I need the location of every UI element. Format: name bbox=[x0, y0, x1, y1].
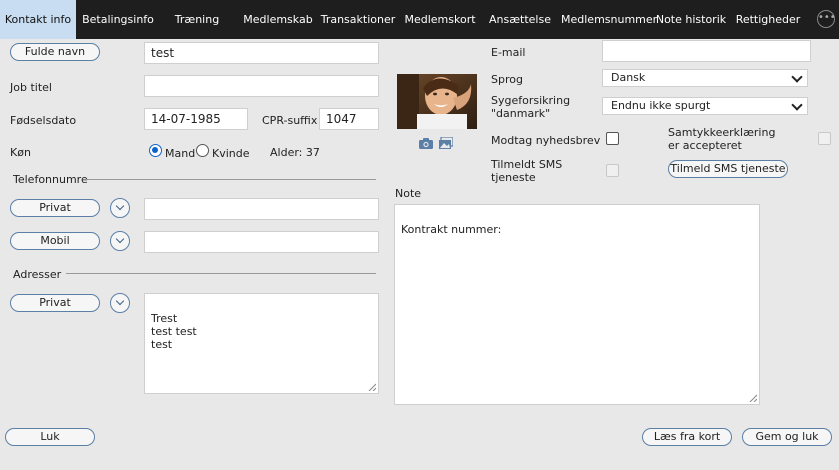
tab-transaktioner[interactable]: Transaktioner bbox=[320, 0, 396, 39]
tab-bar: Kontakt info Betalingsinfo Træning Medle… bbox=[0, 0, 839, 39]
save-close-button[interactable]: Gem og luk bbox=[742, 428, 832, 446]
cpr-suffix-input[interactable] bbox=[319, 108, 379, 130]
language-select[interactable]: Dansk bbox=[602, 69, 808, 87]
tab-medlemskort[interactable]: Medlemskort bbox=[402, 0, 478, 39]
chevron-down-icon bbox=[115, 201, 125, 211]
chevron-down-icon bbox=[115, 296, 125, 306]
read-card-button[interactable]: Læs fra kort bbox=[642, 428, 732, 446]
address-private-button[interactable]: Privat bbox=[10, 294, 100, 312]
tab-kontakt-info[interactable]: Kontakt info bbox=[0, 0, 76, 39]
addresses-divider bbox=[66, 273, 376, 274]
tab-note-historik[interactable]: Note historik bbox=[653, 0, 729, 39]
member-photo bbox=[397, 74, 477, 129]
phones-section-title: Telefonnumre bbox=[13, 173, 88, 186]
tab-rettigheder[interactable]: Rettigheder bbox=[731, 0, 805, 39]
age-text: Alder: 37 bbox=[270, 146, 320, 159]
phone-mobile-button[interactable]: Mobil bbox=[10, 232, 100, 250]
resize-grip-icon[interactable] bbox=[749, 394, 757, 402]
note-label: Note bbox=[395, 187, 422, 200]
tab-medlemskab[interactable]: Medlemskab bbox=[238, 0, 318, 39]
gender-female-radio[interactable] bbox=[196, 144, 209, 157]
phone-private-dropdown[interactable] bbox=[110, 198, 130, 218]
address-text: Trest test test test bbox=[151, 312, 197, 351]
birthdate-label: Fødselsdato bbox=[10, 114, 77, 127]
address-textarea[interactable]: Trest test test test bbox=[144, 293, 379, 394]
insurance-select[interactable]: Endnu ikke spurgt bbox=[602, 97, 808, 115]
phone-private-button[interactable]: Privat bbox=[10, 199, 100, 217]
gender-male-radio[interactable] bbox=[149, 144, 162, 157]
note-text: Kontrakt nummer: bbox=[401, 223, 502, 236]
full-name-input[interactable] bbox=[144, 42, 379, 64]
cpr-suffix-label: CPR-suffix bbox=[262, 114, 318, 127]
language-label: Sprog bbox=[491, 73, 523, 86]
note-textarea[interactable]: Kontrakt nummer: bbox=[394, 204, 760, 405]
phone-mobile-dropdown[interactable] bbox=[110, 231, 130, 251]
sms-label: Tilmeldt SMS tjeneste bbox=[491, 158, 563, 184]
camera-icon[interactable] bbox=[419, 138, 433, 149]
job-title-label: Job titel bbox=[10, 81, 52, 94]
newsletter-checkbox[interactable] bbox=[606, 132, 619, 145]
sms-signup-button[interactable]: Tilmeld SMS tjeneste bbox=[668, 160, 788, 178]
tab-betalingsinfo[interactable]: Betalingsinfo bbox=[77, 0, 159, 39]
tab-medlemsnummer[interactable]: Medlemsnummer bbox=[561, 0, 657, 39]
insurance-label: Sygeforsikring "danmark" bbox=[491, 94, 571, 120]
chevron-down-icon bbox=[115, 234, 125, 244]
job-title-input[interactable] bbox=[144, 75, 379, 97]
addresses-section-title: Adresser bbox=[13, 268, 62, 281]
gender-male-label[interactable]: Mand bbox=[165, 147, 195, 160]
insurance-selected: Endnu ikke spurgt bbox=[611, 99, 711, 112]
chevron-down-icon bbox=[791, 71, 803, 83]
language-selected: Dansk bbox=[611, 71, 646, 84]
email-input[interactable] bbox=[602, 40, 811, 62]
resize-grip-icon[interactable] bbox=[368, 383, 376, 391]
close-button[interactable]: Luk bbox=[5, 428, 95, 446]
newsletter-label: Modtag nyhedsbrev bbox=[491, 134, 601, 147]
chevron-down-icon bbox=[791, 99, 803, 111]
phones-divider bbox=[86, 179, 376, 180]
birthdate-input[interactable] bbox=[144, 108, 248, 130]
gender-label: Køn bbox=[10, 146, 31, 159]
consent-label: Samtykkeerklæring er accepteret bbox=[668, 126, 776, 152]
gallery-icon[interactable] bbox=[439, 137, 453, 149]
consent-checkbox[interactable] bbox=[818, 132, 831, 145]
email-label: E-mail bbox=[491, 46, 526, 59]
address-private-dropdown[interactable] bbox=[110, 293, 130, 313]
contact-info-panel: Fulde navn Job titel Fødselsdato CPR-suf… bbox=[0, 39, 839, 470]
tab-traening[interactable]: Træning bbox=[163, 0, 231, 39]
ellipsis-icon[interactable]: ••• bbox=[817, 10, 836, 28]
phone-mobile-input[interactable] bbox=[144, 231, 379, 253]
phone-private-input[interactable] bbox=[144, 198, 379, 220]
full-name-button[interactable]: Fulde navn bbox=[10, 43, 100, 61]
gender-female-label[interactable]: Kvinde bbox=[212, 147, 250, 160]
sms-checkbox[interactable] bbox=[606, 164, 619, 177]
tab-ansaettelse[interactable]: Ansættelse bbox=[484, 0, 556, 39]
